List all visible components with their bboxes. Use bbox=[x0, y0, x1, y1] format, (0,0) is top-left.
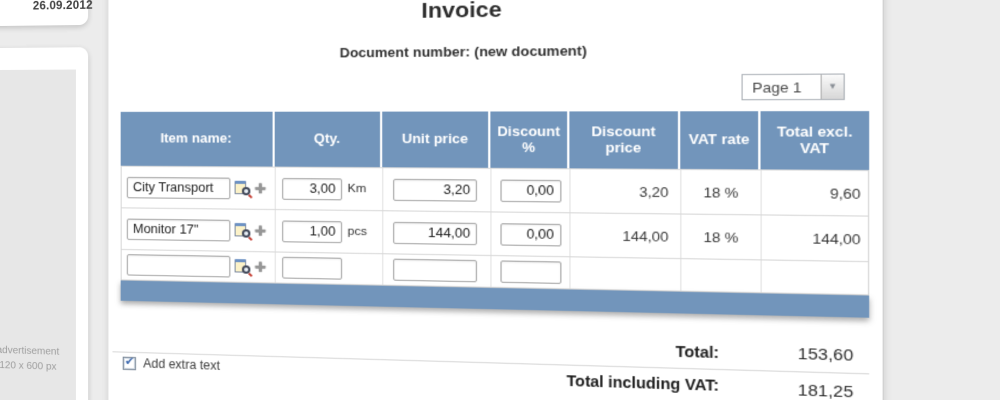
magnifier-handle-icon bbox=[248, 272, 253, 278]
unit-price-cell bbox=[383, 168, 492, 212]
add-extra-text-label: Add extra text bbox=[143, 356, 220, 373]
discount-pct-input[interactable] bbox=[499, 260, 561, 284]
check-icon: ✔ bbox=[124, 355, 135, 368]
column-header-qty: Qty. bbox=[274, 111, 383, 168]
table-body: ✚ Km 3,20 18 % 9,60 bbox=[120, 165, 871, 296]
column-header-vat-rate: VAT rate bbox=[680, 111, 761, 170]
total-excl-vat-cell: 144,00 bbox=[812, 229, 861, 248]
unit-price-cell bbox=[383, 211, 492, 255]
total-excl-vat-cell: 9,60 bbox=[829, 184, 861, 202]
unit-label: pcs bbox=[347, 225, 367, 239]
unit-price-cell bbox=[383, 254, 492, 287]
add-item-icon[interactable]: ✚ bbox=[255, 259, 267, 275]
unit-price-input[interactable] bbox=[393, 221, 477, 245]
item-name-cell: ✚ bbox=[121, 249, 276, 283]
discount-pct-input[interactable] bbox=[499, 222, 561, 246]
magnifier-handle-icon bbox=[248, 193, 253, 199]
qty-input[interactable] bbox=[282, 219, 343, 243]
page-stage: 26.09.2012 advertisement 120 x 600 px In… bbox=[0, 0, 1000, 400]
discount-pct-cell bbox=[491, 212, 571, 257]
qty-cell: pcs bbox=[275, 210, 384, 254]
item-lookup-icon[interactable] bbox=[234, 259, 253, 278]
discount-pct-cell bbox=[491, 256, 571, 289]
page-selector[interactable]: Page 1 ▼ bbox=[741, 73, 845, 101]
page-selector-value: Page 1 bbox=[752, 78, 802, 96]
advertisement-size-label: 120 x 600 px bbox=[0, 359, 57, 373]
qty-input[interactable] bbox=[282, 256, 343, 280]
item-name-cell: ✚ bbox=[121, 166, 276, 210]
item-lookup-icon[interactable] bbox=[234, 180, 253, 199]
vat-rate-cell: 18 % bbox=[681, 214, 762, 260]
table-header-row: Item name: Qty. Unit price Discount % Di… bbox=[120, 111, 870, 170]
discount-price-cell bbox=[570, 257, 682, 291]
qty-input[interactable] bbox=[282, 177, 343, 200]
chevron-down-icon: ▼ bbox=[827, 81, 838, 92]
unit-price-input[interactable] bbox=[393, 178, 477, 202]
add-extra-text-row: ✔ Add extra text bbox=[122, 355, 220, 373]
item-name-cell: ✚ bbox=[121, 208, 276, 252]
magnifier-handle-icon bbox=[248, 235, 253, 241]
total-incl-vat-value: 181,25 bbox=[797, 381, 854, 400]
discount-price-cell: 3,20 bbox=[570, 169, 682, 214]
screenshot-viewport: 26.09.2012 advertisement 120 x 600 px In… bbox=[0, 0, 1000, 400]
total-value: 153,60 bbox=[797, 344, 854, 366]
column-header-unit-price: Unit price bbox=[382, 111, 491, 168]
item-lookup-icon[interactable] bbox=[234, 222, 253, 241]
item-name-input[interactable] bbox=[126, 254, 231, 278]
vat-rate-cell bbox=[681, 259, 762, 293]
discount-pct-input[interactable] bbox=[499, 179, 561, 202]
current-date: 26.09.2012 bbox=[32, 0, 93, 13]
column-header-discount-pct: Discount % bbox=[490, 111, 570, 169]
qty-cell: Km bbox=[275, 167, 384, 211]
add-extra-text-checkbox[interactable]: ✔ bbox=[122, 355, 137, 370]
discount-pct-cell bbox=[491, 168, 571, 213]
unit-label: Km bbox=[347, 182, 367, 196]
qty-cell bbox=[275, 252, 384, 285]
item-name-input[interactable] bbox=[126, 176, 231, 199]
column-header-discount-price: Discount price bbox=[569, 111, 681, 169]
total-excl-vat-cell bbox=[762, 260, 871, 294]
advertisement-label: advertisement bbox=[0, 344, 60, 358]
column-header-total-excl-vat: Total excl. VAT bbox=[760, 111, 870, 170]
unit-price-input[interactable] bbox=[393, 258, 477, 283]
item-name-input[interactable] bbox=[126, 218, 231, 241]
add-item-icon[interactable]: ✚ bbox=[255, 180, 267, 196]
page-selector-dropdown-button[interactable]: ▼ bbox=[820, 74, 844, 100]
column-header-item-name: Item name: bbox=[120, 111, 275, 167]
vat-rate-cell: 18 % bbox=[681, 170, 762, 215]
add-item-icon[interactable]: ✚ bbox=[255, 223, 267, 239]
invoice-table: Item name: Qty. Unit price Discount % Di… bbox=[120, 111, 871, 318]
discount-price-cell: 144,00 bbox=[570, 213, 682, 259]
